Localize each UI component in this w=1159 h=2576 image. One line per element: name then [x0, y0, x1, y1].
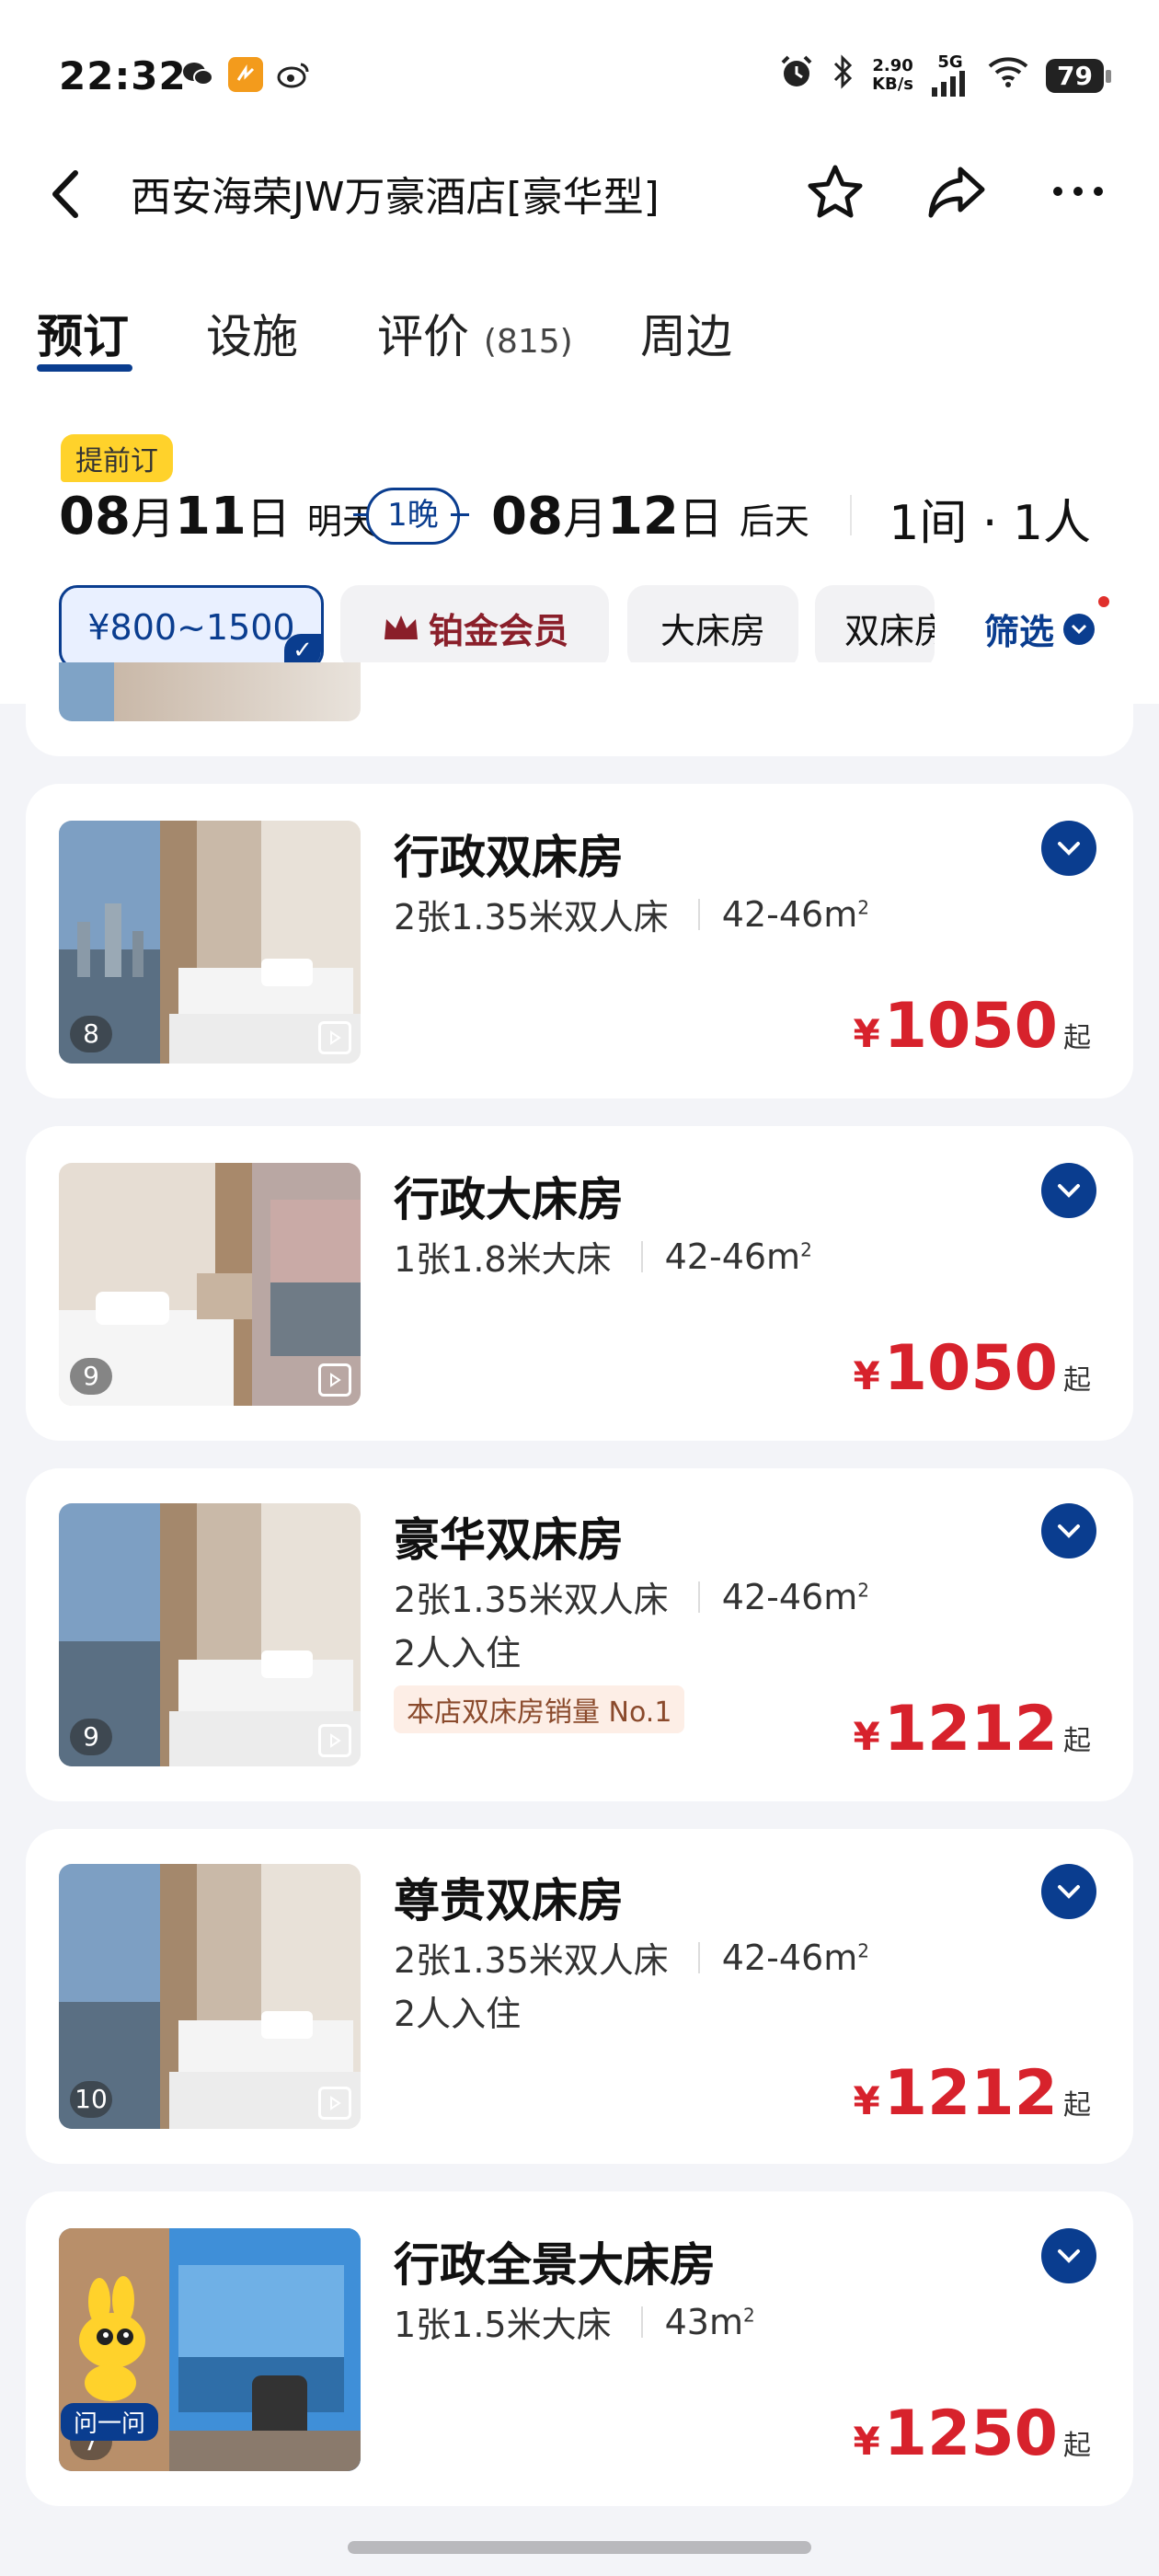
room-details: 2张1.35米双人床 42-46m2	[394, 1937, 869, 1982]
room-name: 豪华双床房	[394, 1513, 624, 1567]
status-bar: 22:32 2.90 KB/s 5G 79	[0, 0, 1159, 147]
more-dots-icon	[1053, 187, 1103, 196]
room-name: 行政全景大床房	[394, 2238, 716, 2292]
chevron-down-icon	[1058, 1184, 1080, 1198]
checkin-date[interactable]: 08 月 11 日明天	[59, 482, 377, 546]
video-icon	[318, 1021, 351, 1054]
room-name: 行政大床房	[394, 1173, 624, 1226]
chevron-down-icon	[1058, 1524, 1080, 1538]
expand-room-button[interactable]	[1041, 2228, 1096, 2283]
photo-count: 10	[70, 2081, 112, 2118]
filter-notification-dot	[1098, 596, 1109, 607]
star-icon	[808, 165, 863, 218]
share-button[interactable]	[924, 158, 990, 224]
weibo-icon	[276, 57, 311, 92]
photo-count: 9	[70, 1719, 112, 1755]
share-icon	[928, 167, 985, 218]
filter-button[interactable]: 筛选	[979, 604, 1096, 654]
room-image[interactable]: 8	[59, 821, 361, 1064]
battery-indicator: 79	[1046, 58, 1111, 93]
photo-count: 8	[70, 1016, 112, 1052]
room-occupancy: 2人入住	[394, 1994, 522, 2034]
filter-chip-price[interactable]: ¥800~1500 ✓	[59, 585, 324, 670]
room-card[interactable]: 7 行政全景大床房 1张1.5米大床 43m2 ¥1250 起	[26, 2191, 1133, 2506]
rooms-guests-selector[interactable]: 1间 · 1人	[889, 484, 1091, 553]
room-price: ¥1050 起	[853, 990, 1092, 1063]
tab-booking[interactable]: 预订	[37, 300, 129, 366]
room-name: 尊贵双床房	[394, 1874, 624, 1927]
room-card[interactable]: 9 行政大床房 1张1.8米大床 42-46m2 ¥1050 起	[26, 1126, 1133, 1441]
favorite-button[interactable]	[802, 158, 868, 224]
filter-chip-twin-bed[interactable]: 双床房	[815, 585, 935, 670]
video-icon	[318, 1363, 351, 1397]
more-button[interactable]	[1045, 158, 1111, 224]
photo-count: 9	[70, 1358, 112, 1395]
back-button[interactable]	[42, 162, 94, 226]
tab-bar	[0, 294, 1159, 386]
room-card-partial	[26, 662, 1133, 756]
early-booking-badge: 提前订	[61, 434, 173, 482]
ask-assistant-button[interactable]: 问一问	[61, 2403, 159, 2441]
chevron-down-icon	[1058, 2249, 1080, 2263]
room-card[interactable]: 9 豪华双床房 2张1.35米双人床 42-46m2 2人入住 本店双床房销量 N…	[26, 1468, 1133, 1801]
room-details: 2张1.35米双人床 42-46m2	[394, 1576, 869, 1621]
tab-reviews-label: 评价	[377, 310, 469, 363]
room-image-partial	[59, 662, 361, 721]
room-image[interactable]: 9	[59, 1503, 361, 1766]
crown-icon	[384, 615, 418, 639]
filter-chip-platinum[interactable]: 铂金会员	[340, 585, 609, 670]
expand-room-button[interactable]	[1041, 821, 1096, 876]
room-details: 1张1.8米大床 42-46m2	[394, 1236, 812, 1281]
sales-rank-tag: 本店双床房销量 No.1	[394, 1685, 685, 1733]
expand-room-button[interactable]	[1041, 1163, 1096, 1218]
tab-active-indicator	[37, 364, 132, 372]
room-price: ¥1250 起	[853, 2398, 1092, 2470]
expand-room-button[interactable]	[1041, 1503, 1096, 1558]
notification-icons	[180, 57, 311, 92]
alarm-icon	[778, 53, 815, 98]
nights-line-right	[451, 513, 469, 516]
chevron-left-icon	[52, 170, 78, 218]
room-name: 行政双床房	[394, 831, 624, 884]
hotel-title: 西安海荣JW万豪酒店[豪华型]	[131, 174, 660, 221]
room-occupancy: 2人入住	[394, 1633, 522, 1673]
room-price: ¥1212 起	[853, 2057, 1092, 2130]
room-price: ¥1212 起	[853, 1693, 1092, 1765]
filter-chip-king-bed[interactable]: 大床房	[627, 585, 798, 670]
home-indicator[interactable]	[348, 2541, 811, 2554]
video-icon	[318, 2087, 351, 2120]
room-price: ¥1050 起	[853, 1332, 1092, 1405]
bluetooth-icon	[832, 54, 855, 97]
wechat-icon	[180, 57, 215, 92]
room-card[interactable]: 8 行政双床房 2张1.35米双人床 42-46m2 ¥1050 起	[26, 784, 1133, 1098]
cell-signal-icon: 5G	[930, 54, 970, 97]
nights-pill: 1晚	[366, 488, 460, 545]
tab-nearby[interactable]: 周边	[640, 300, 732, 366]
status-time: 22:32	[59, 53, 187, 98]
network-speed: 2.90 KB/s	[872, 56, 914, 94]
chevron-down-icon	[1063, 613, 1096, 645]
room-image[interactable]: 10	[59, 1864, 361, 2129]
chevron-down-icon	[1058, 1885, 1080, 1899]
tab-facilities[interactable]: 设施	[206, 300, 298, 366]
review-count: (815)	[483, 323, 573, 361]
expand-room-button[interactable]	[1041, 1864, 1096, 1919]
assistant-mascot-icon[interactable]	[63, 2274, 164, 2407]
date-guest-divider	[850, 495, 852, 535]
wifi-icon	[987, 55, 1029, 96]
tab-reviews[interactable]: 评价 (815)	[377, 300, 573, 366]
room-card[interactable]: 10 尊贵双床房 2张1.35米双人床 42-46m2 2人入住 ¥1212 起	[26, 1829, 1133, 2164]
video-icon	[318, 1724, 351, 1757]
checkout-date[interactable]: 08 月 12 日后天	[491, 482, 809, 546]
chevron-down-icon	[1058, 842, 1080, 856]
system-icons: 2.90 KB/s 5G 79	[778, 53, 1111, 98]
room-details: 1张1.5米大床 43m2	[394, 2301, 755, 2346]
room-image[interactable]: 9	[59, 1163, 361, 1406]
room-details: 2张1.35米双人床 42-46m2	[394, 893, 869, 938]
app-notification-icon	[228, 57, 263, 92]
